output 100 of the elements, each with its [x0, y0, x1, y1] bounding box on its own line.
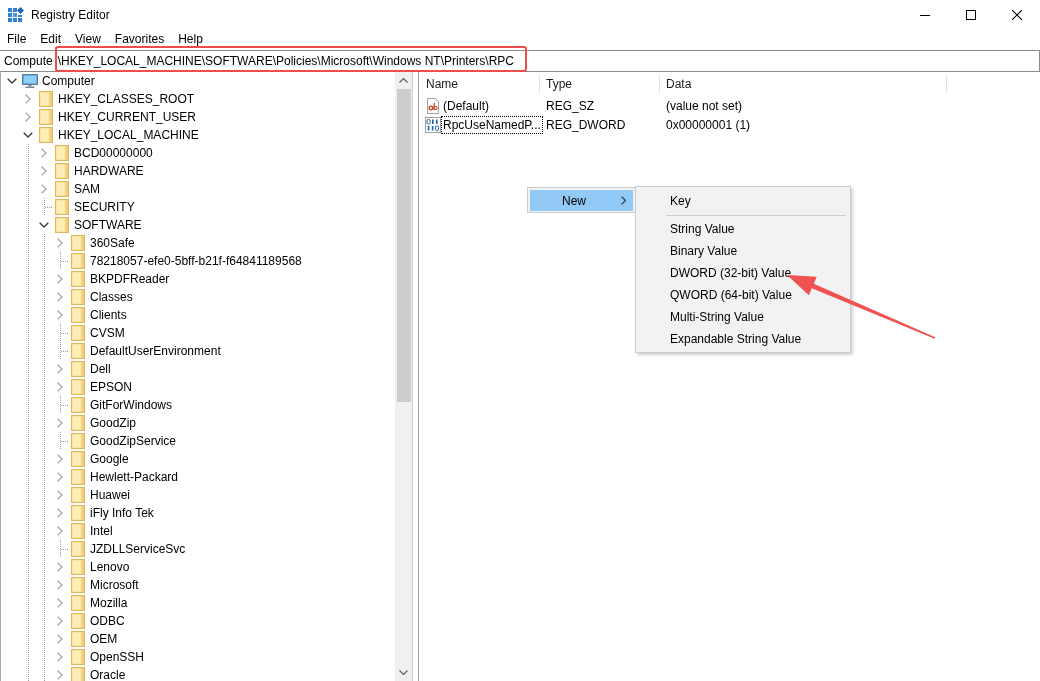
- tree-item[interactable]: 360Safe: [90, 234, 135, 252]
- column-header[interactable]: Data: [660, 74, 947, 94]
- address-text: Compute: [4, 53, 53, 70]
- tree-item[interactable]: Hewlett-Packard: [90, 468, 179, 486]
- chevron-right-icon[interactable]: [57, 562, 63, 572]
- chevron-right-icon[interactable]: [41, 148, 47, 158]
- menu-item[interactable]: String Value: [638, 218, 848, 240]
- chevron-right-icon[interactable]: [57, 364, 63, 374]
- menu-item[interactable]: DWORD (32-bit) Value: [638, 262, 848, 284]
- chevron-right-icon[interactable]: [57, 652, 63, 662]
- folder-icon: [71, 649, 85, 665]
- tree-item[interactable]: OEM: [90, 630, 118, 648]
- tree-item[interactable]: OpenSSH: [90, 648, 145, 666]
- tree-item[interactable]: iFly Info Tek: [90, 504, 154, 522]
- chevron-right-icon[interactable]: [57, 310, 63, 320]
- tree-item[interactable]: Intel: [90, 522, 113, 540]
- value-name[interactable]: RpcUseNamedP...: [441, 115, 543, 134]
- chevron-down-icon[interactable]: [399, 670, 408, 675]
- tree-item[interactable]: Mozilla: [90, 594, 128, 612]
- chevron-up-icon[interactable]: [399, 78, 408, 83]
- minimize-icon: [920, 14, 930, 16]
- chevron-right-icon[interactable]: [57, 616, 63, 626]
- chevron-right-icon[interactable]: [57, 418, 63, 428]
- chevron-right-icon[interactable]: [25, 112, 31, 122]
- menu-item[interactable]: Help: [171, 30, 210, 48]
- folder-icon: [71, 577, 85, 593]
- chevron-right-icon[interactable]: [57, 508, 63, 518]
- tree-item[interactable]: Dell: [90, 360, 111, 378]
- value-data: 0x00000001 (1): [665, 117, 752, 132]
- tree-item[interactable]: Microsoft: [90, 576, 139, 594]
- chevron-right-icon[interactable]: [41, 184, 47, 194]
- menu-item[interactable]: File: [0, 30, 34, 48]
- chevron-down-icon[interactable]: [7, 78, 17, 84]
- menu-item[interactable]: Edit: [33, 30, 69, 48]
- column-header[interactable]: Type: [540, 74, 660, 94]
- folder-icon: [39, 91, 53, 107]
- tree-item[interactable]: HKEY_CURRENT_USER: [58, 108, 197, 126]
- folder-icon: [55, 181, 69, 197]
- chevron-right-icon[interactable]: [57, 634, 63, 644]
- chevron-right-icon[interactable]: [57, 670, 63, 680]
- tree-item[interactable]: JZDLLServiceSvc: [90, 540, 186, 558]
- tree-item[interactable]: Oracle: [90, 666, 126, 681]
- value-type: REG_DWORD: [545, 117, 627, 132]
- tree-item[interactable]: GoodZipService: [90, 432, 177, 450]
- chevron-down-icon[interactable]: [39, 222, 49, 228]
- chevron-right-icon[interactable]: [41, 166, 47, 176]
- tree-item[interactable]: HARDWARE: [74, 162, 144, 180]
- scrollbar[interactable]: [395, 72, 412, 681]
- folder-icon: [71, 235, 85, 251]
- folder-icon: [55, 145, 69, 161]
- tree-item[interactable]: HKEY_LOCAL_MACHINE: [58, 126, 199, 144]
- chevron-right-icon[interactable]: [57, 598, 63, 608]
- menu-item[interactable]: QWORD (64-bit) Value: [638, 284, 848, 306]
- menu-item[interactable]: Key: [638, 190, 848, 212]
- chevron-down-icon[interactable]: [23, 132, 33, 138]
- menu-item[interactable]: Favorites: [107, 30, 172, 48]
- tree-item[interactable]: GitForWindows: [90, 396, 172, 414]
- tree-item[interactable]: CVSM: [90, 324, 125, 342]
- chevron-right-icon[interactable]: [57, 382, 63, 392]
- chevron-right-icon[interactable]: [57, 472, 63, 482]
- menu-item[interactable]: Multi-String Value: [638, 306, 848, 328]
- tree-item[interactable]: SAM: [74, 180, 100, 198]
- folder-icon: [71, 343, 85, 359]
- value-data: (value not set): [665, 98, 744, 113]
- tree-item[interactable]: Computer: [42, 72, 95, 90]
- menu-item[interactable]: Binary Value: [638, 240, 848, 262]
- tree-item[interactable]: Google: [90, 450, 129, 468]
- menu-item[interactable]: View: [68, 30, 108, 48]
- tree-item[interactable]: BCD00000000: [74, 144, 153, 162]
- tree-item[interactable]: Classes: [90, 288, 133, 306]
- value-name[interactable]: (Default): [441, 96, 491, 115]
- chevron-right-icon[interactable]: [25, 94, 31, 104]
- scrollbar-thumb[interactable]: [396, 89, 411, 402]
- chevron-right-icon[interactable]: [57, 580, 63, 590]
- tree-item[interactable]: Clients: [90, 306, 127, 324]
- tree-item[interactable]: EPSON: [90, 378, 132, 396]
- chevron-right-icon[interactable]: [57, 526, 63, 536]
- tree-item[interactable]: HKEY_CLASSES_ROOT: [58, 90, 195, 108]
- tree-item[interactable]: SOFTWARE: [74, 216, 142, 234]
- folder-icon: [55, 217, 69, 233]
- column-header[interactable]: Name: [419, 74, 540, 94]
- tree-item[interactable]: BKPDFReader: [90, 270, 170, 288]
- folder-icon: [71, 253, 85, 269]
- close-icon: [1012, 10, 1022, 20]
- chevron-right-icon[interactable]: [57, 490, 63, 500]
- menu-item[interactable]: Expandable String Value: [638, 328, 848, 350]
- chevron-right-icon[interactable]: [57, 238, 63, 248]
- tree-item[interactable]: SECURITY: [74, 198, 135, 216]
- folder-icon: [71, 667, 85, 681]
- folder-icon: [71, 523, 85, 539]
- tree-item[interactable]: GoodZip: [90, 414, 137, 432]
- tree-item[interactable]: 78218057-efe0-5bff-b21f-f64841189568: [90, 252, 302, 270]
- chevron-right-icon[interactable]: [57, 292, 63, 302]
- menu-item[interactable]: New: [530, 190, 633, 211]
- tree-item[interactable]: Huawei: [90, 486, 131, 504]
- tree-item[interactable]: Lenovo: [90, 558, 130, 576]
- chevron-right-icon[interactable]: [57, 454, 63, 464]
- chevron-right-icon[interactable]: [57, 274, 63, 284]
- tree-item[interactable]: DefaultUserEnvironment: [90, 342, 221, 360]
- tree-item[interactable]: ODBC: [90, 612, 125, 630]
